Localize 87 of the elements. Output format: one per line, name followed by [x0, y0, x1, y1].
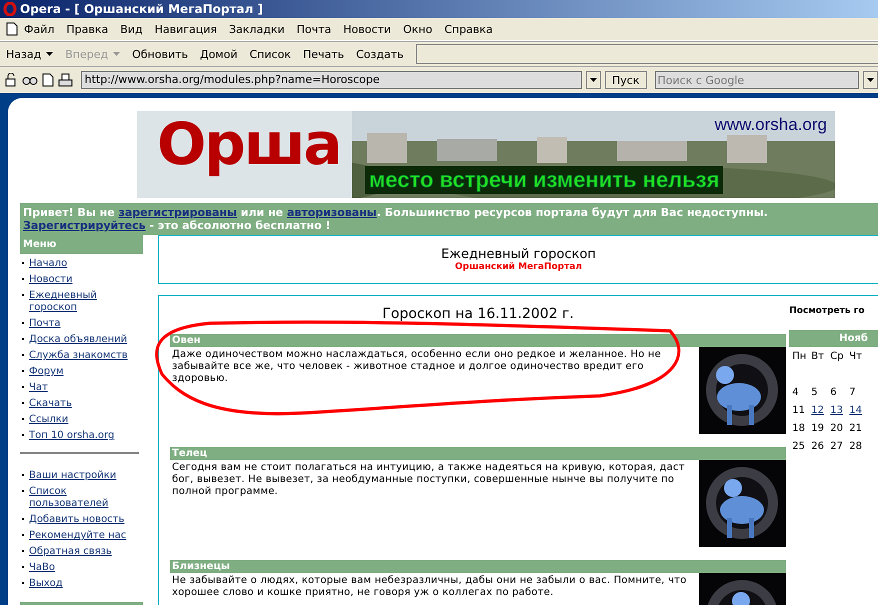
menu-link[interactable]: Рекомендуйте нас — [29, 530, 126, 542]
page-icon[interactable] — [42, 73, 54, 87]
dropdown-button[interactable] — [863, 71, 878, 89]
page-subheading: Оршанский МегаПортал — [454, 262, 582, 272]
sign-heading: Телец — [170, 447, 786, 460]
menu-item[interactable]: Правка — [60, 22, 114, 36]
toolbar-field[interactable] — [416, 44, 878, 64]
menu-link[interactable]: Ссылки — [29, 414, 68, 426]
toolbar-button[interactable]: Список — [244, 48, 297, 60]
weekday-label: Пн — [792, 350, 808, 362]
dropdown-arrow-icon[interactable] — [46, 52, 54, 56]
notice-text: Зарегистрируйтесь - это абсолютно бесплатно ! — [23, 219, 332, 232]
calendar-day: 28 — [849, 440, 868, 452]
search-field[interactable]: Поиск с Google — [654, 71, 860, 89]
slogan: место встречи изменить нельзя — [365, 166, 724, 194]
menu-link[interactable]: Список пользователей — [29, 486, 141, 510]
page-icon[interactable] — [6, 22, 18, 36]
link[interactable]: зарегистрированы — [118, 206, 237, 219]
sign-heading: Близнецы — [170, 560, 786, 573]
menu-item[interactable]: Закладки — [223, 22, 291, 36]
sign-description: Даже одиночеством можно наслаждаться, особенно если оно редкое и желанное. Но не забывайте все же, что человек - животное стадное и долгое одиночество вредит его здоровью. — [172, 349, 662, 385]
dropdown-button[interactable] — [586, 71, 602, 89]
calendar-day: 11 — [792, 404, 812, 416]
dropdown-arrow-icon — [590, 78, 598, 82]
calendar-day: 21 — [849, 422, 868, 434]
menu-item[interactable]: Новости — [337, 22, 398, 36]
calendar-day: 26 — [811, 440, 830, 452]
opera-logo-icon — [3, 2, 17, 16]
calendar-day: 27 — [830, 440, 850, 452]
calendar-day: 18 — [792, 422, 812, 434]
menu-link[interactable]: Обратная связь — [29, 546, 112, 558]
menu-item[interactable]: Вид — [114, 22, 149, 36]
notice-text: Привет! Вы не зарегистрированы или не авторизованы. Большинство ресурсов портала будут для Вас недоступны. — [23, 206, 769, 219]
toolbar-button[interactable]: Домой — [194, 48, 244, 60]
menu-link[interactable]: Чат — [29, 382, 48, 394]
address-field[interactable]: http://www.orsha.org/modules.php?name=Horoscope — [80, 71, 582, 89]
menu-heading: Меню — [20, 235, 143, 254]
menu-link[interactable]: ЧаВо — [29, 562, 55, 574]
month-heading: Нояб — [789, 330, 878, 347]
calendar-day: 20 — [830, 422, 850, 434]
menu-item[interactable]: Справка — [438, 22, 499, 36]
go-button[interactable]: Пуск — [605, 71, 646, 89]
sign-description: Сегодня вам не стоит полагаться на интуицию, а также надеяться на кривую, которая, даст бог, вывезет. Не вывезет, за необдуманные поступки, совершенные нынче вы получите по полной программе. — [172, 462, 686, 498]
calendar-day: 7 — [849, 386, 868, 398]
calendar-caption: Посмотреть го — [789, 306, 866, 316]
calendar-day: 5 — [811, 386, 830, 398]
weekday-label: Ср — [830, 350, 845, 362]
menu-item[interactable]: Навигация — [148, 22, 223, 36]
weekday-label: Чт — [849, 350, 863, 362]
lock-icon[interactable] — [4, 73, 18, 87]
menu-link[interactable]: Почта — [29, 318, 60, 330]
calendar-day: 25 — [792, 440, 812, 452]
menu-link[interactable]: Топ 10 orsha.org — [29, 430, 114, 442]
menu-link[interactable]: Новости — [29, 274, 72, 286]
window-title: Opera - [ Оршанский МегаПортал ] — [20, 2, 263, 16]
menu-link[interactable]: Скачать — [29, 398, 72, 410]
menu-link[interactable]: Начало — [29, 258, 68, 270]
menu-link[interactable]: Ежедневный гороскоп — [29, 290, 141, 314]
menu-item[interactable]: Почта — [290, 22, 338, 36]
link[interactable]: авторизованы — [286, 206, 377, 219]
calendar-day: 19 — [811, 422, 830, 434]
menu-item[interactable]: Окно — [397, 22, 438, 36]
printer-icon[interactable] — [58, 73, 73, 87]
weekday-label: Вт — [811, 350, 825, 362]
menu-link[interactable]: Выход — [29, 578, 63, 590]
dropdown-arrow-icon — [867, 78, 874, 82]
toolbar-button[interactable]: Обновить — [126, 48, 194, 60]
calendar-day-link[interactable]: 12 — [811, 404, 830, 416]
menu-link[interactable]: Добавить новость — [29, 514, 124, 526]
toolbar-button[interactable]: Создать — [350, 48, 410, 60]
link[interactable]: Зарегистрируйтесь — [23, 219, 146, 232]
menu-link[interactable]: Служба знакомств — [29, 350, 128, 362]
calendar-day-link[interactable]: 14 — [849, 404, 868, 416]
toolbar-button[interactable]: Назад — [0, 48, 60, 60]
calendar-day: 4 — [792, 386, 812, 398]
page-heading: Ежедневный гороскоп — [441, 247, 596, 262]
calendar-day: 6 — [830, 386, 850, 398]
menu-link[interactable]: Ваши настройки — [29, 470, 116, 482]
sign-description: Не забывайте о людях, которые вам небезразличны, дабы они не забыли о вас. Помните, что хорошее слово и кошке приятно, не говоря уж о коллегах по работе. — [172, 575, 688, 599]
menu-link[interactable]: Форум — [29, 366, 64, 378]
calendar-day-link[interactable]: 13 — [830, 404, 850, 416]
menu-item[interactable]: Файл — [18, 22, 60, 36]
menu-link[interactable]: Доска объявлений — [29, 334, 128, 346]
sign-heading: Овен — [170, 334, 786, 347]
toolbar-button[interactable]: Печать — [296, 48, 350, 60]
site-address: www.orsha.org — [714, 115, 827, 135]
horoscope-title: Гороскоп на 16.11.2002 г. — [381, 306, 575, 322]
